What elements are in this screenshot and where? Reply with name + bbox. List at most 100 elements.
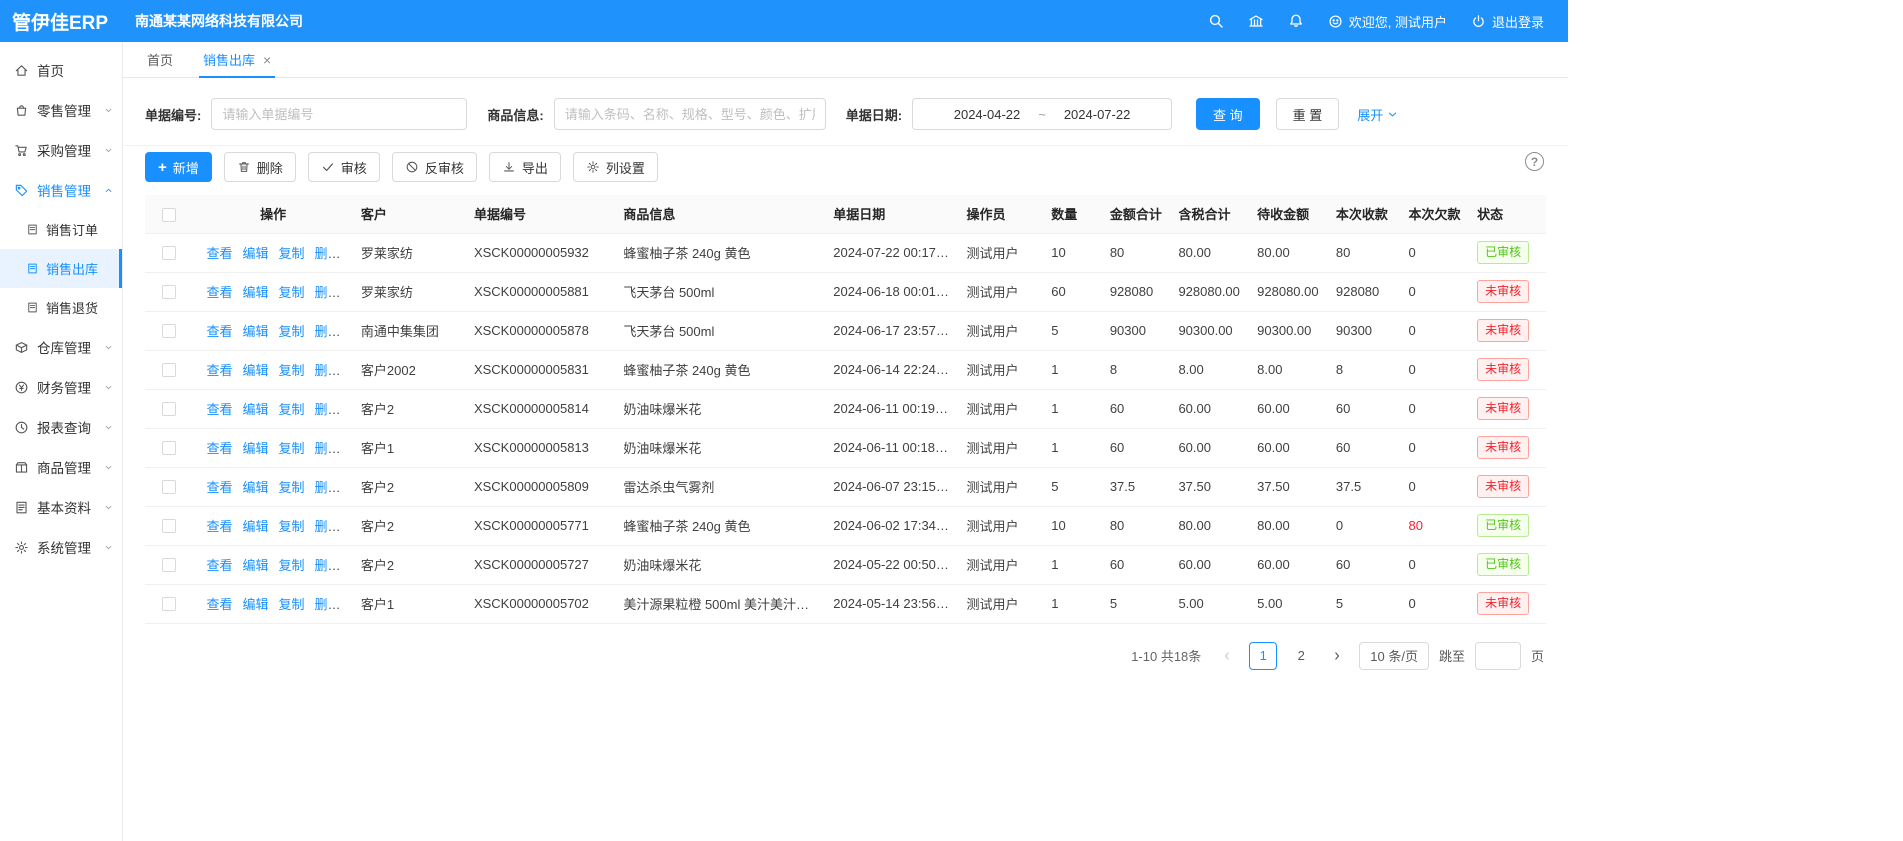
sidebar-item-system[interactable]: 系统管理: [0, 527, 122, 567]
tab-label: 销售出库: [203, 50, 255, 69]
row-checkbox[interactable]: [162, 480, 176, 494]
date-from-value[interactable]: 2024-04-22: [954, 107, 1021, 122]
sidebar-item-purchase[interactable]: 采购管理: [0, 130, 122, 170]
prev-page-button[interactable]: [1215, 642, 1239, 670]
sidebar-item-retail[interactable]: 零售管理: [0, 90, 122, 130]
add-button[interactable]: + 新增: [145, 152, 212, 182]
query-button[interactable]: 查 询: [1196, 98, 1260, 130]
status-badge: 未审核: [1477, 280, 1529, 303]
edit-link[interactable]: 编辑: [242, 480, 268, 495]
product-cell: 蜂蜜柚子茶 240g 黄色: [615, 233, 825, 272]
edit-link[interactable]: 编辑: [242, 246, 268, 261]
edit-link[interactable]: 编辑: [242, 363, 268, 378]
export-button[interactable]: 导出: [489, 152, 561, 182]
logout-button[interactable]: 退出登录: [1471, 12, 1544, 31]
sidebar-item-sales-return[interactable]: 销售退货: [0, 288, 122, 327]
edit-link[interactable]: 编辑: [242, 597, 268, 612]
row-checkbox[interactable]: [162, 519, 176, 533]
delete-link[interactable]: 删除: [314, 246, 340, 261]
sidebar-item-label: 销售出库: [46, 259, 98, 278]
copy-link[interactable]: 复制: [278, 558, 304, 573]
view-link[interactable]: 查看: [206, 285, 232, 300]
audit-button[interactable]: 审核: [308, 152, 380, 182]
view-link[interactable]: 查看: [206, 402, 232, 417]
sidebar-item-basic-data[interactable]: 基本资料: [0, 487, 122, 527]
view-link[interactable]: 查看: [206, 363, 232, 378]
delete-link[interactable]: 删除: [314, 441, 340, 456]
view-link[interactable]: 查看: [206, 597, 232, 612]
sidebar-item-goods[interactable]: 商品管理: [0, 447, 122, 487]
copy-link[interactable]: 复制: [278, 597, 304, 612]
sidebar-item-finance[interactable]: 财务管理: [0, 367, 122, 407]
copy-link[interactable]: 复制: [278, 402, 304, 417]
product-info-input[interactable]: [554, 98, 826, 130]
delete-link[interactable]: 删除: [314, 363, 340, 378]
help-icon[interactable]: ?: [1525, 152, 1544, 171]
sidebar-item-warehouse[interactable]: 仓库管理: [0, 327, 122, 367]
expand-link[interactable]: 展开: [1357, 105, 1398, 124]
sidebar-item-home[interactable]: 首页: [0, 50, 122, 90]
view-link[interactable]: 查看: [206, 441, 232, 456]
next-page-button[interactable]: [1325, 642, 1349, 670]
page-size-select[interactable]: 10 条/页: [1359, 642, 1429, 670]
row-checkbox[interactable]: [162, 324, 176, 338]
date-range-picker[interactable]: 2024-04-22 ~ 2024-07-22: [912, 98, 1172, 130]
sidebar-item-reports[interactable]: 报表查询: [0, 407, 122, 447]
view-link[interactable]: 查看: [206, 519, 232, 534]
order-no-input[interactable]: [211, 98, 467, 130]
tab-home[interactable]: 首页: [147, 42, 173, 77]
view-link[interactable]: 查看: [206, 246, 232, 261]
select-all-checkbox[interactable]: [162, 208, 176, 222]
delete-link[interactable]: 删除: [314, 324, 340, 339]
user-menu[interactable]: 欢迎您, 测试用户: [1328, 12, 1447, 31]
search-icon[interactable]: [1208, 13, 1224, 29]
view-link[interactable]: 查看: [206, 324, 232, 339]
edit-link[interactable]: 编辑: [242, 519, 268, 534]
row-checkbox[interactable]: [162, 363, 176, 377]
edit-link[interactable]: 编辑: [242, 558, 268, 573]
home-icon[interactable]: [1248, 13, 1264, 29]
sidebar-item-sales-order[interactable]: 销售订单: [0, 210, 122, 249]
jump-page-input[interactable]: [1475, 642, 1521, 670]
edit-link[interactable]: 编辑: [242, 441, 268, 456]
delete-link[interactable]: 删除: [314, 558, 340, 573]
delete-link[interactable]: 删除: [314, 402, 340, 417]
reset-button[interactable]: 重 置: [1276, 98, 1340, 130]
sidebar-item-sales[interactable]: 销售管理: [0, 170, 122, 210]
view-link[interactable]: 查看: [206, 558, 232, 573]
unaudit-button[interactable]: 反审核: [392, 152, 477, 182]
copy-link[interactable]: 复制: [278, 480, 304, 495]
row-checkbox[interactable]: [162, 246, 176, 260]
tab-bar: 首页 销售出库 ×: [123, 42, 1568, 78]
copy-link[interactable]: 复制: [278, 441, 304, 456]
edit-link[interactable]: 编辑: [242, 285, 268, 300]
date-to-value[interactable]: 2024-07-22: [1064, 107, 1131, 122]
row-checkbox[interactable]: [162, 558, 176, 572]
row-checkbox[interactable]: [162, 597, 176, 611]
copy-link[interactable]: 复制: [278, 285, 304, 300]
copy-link[interactable]: 复制: [278, 324, 304, 339]
page-button-2[interactable]: 2: [1287, 642, 1315, 670]
delete-link[interactable]: 删除: [314, 480, 340, 495]
delete-link[interactable]: 删除: [314, 597, 340, 612]
edit-link[interactable]: 编辑: [242, 402, 268, 417]
sidebar-item-sales-outbound[interactable]: 销售出库: [0, 249, 122, 288]
delete-link[interactable]: 删除: [314, 285, 340, 300]
delete-link[interactable]: 删除: [314, 519, 340, 534]
tab-sales-outbound[interactable]: 销售出库 ×: [203, 42, 271, 77]
copy-link[interactable]: 复制: [278, 363, 304, 378]
row-checkbox[interactable]: [162, 402, 176, 416]
copy-link[interactable]: 复制: [278, 246, 304, 261]
column-settings-button[interactable]: 列设置: [573, 152, 658, 182]
view-link[interactable]: 查看: [206, 480, 232, 495]
tab-close-icon[interactable]: ×: [263, 53, 271, 67]
copy-link[interactable]: 复制: [278, 519, 304, 534]
delete-button[interactable]: 删除: [224, 152, 296, 182]
row-checkbox[interactable]: [162, 441, 176, 455]
column-header-9: 待收金额: [1249, 195, 1328, 233]
page-button-1[interactable]: 1: [1249, 642, 1277, 670]
row-checkbox[interactable]: [162, 285, 176, 299]
chevron-down-icon: [1387, 109, 1398, 120]
edit-link[interactable]: 编辑: [242, 324, 268, 339]
bell-icon[interactable]: [1288, 13, 1304, 29]
